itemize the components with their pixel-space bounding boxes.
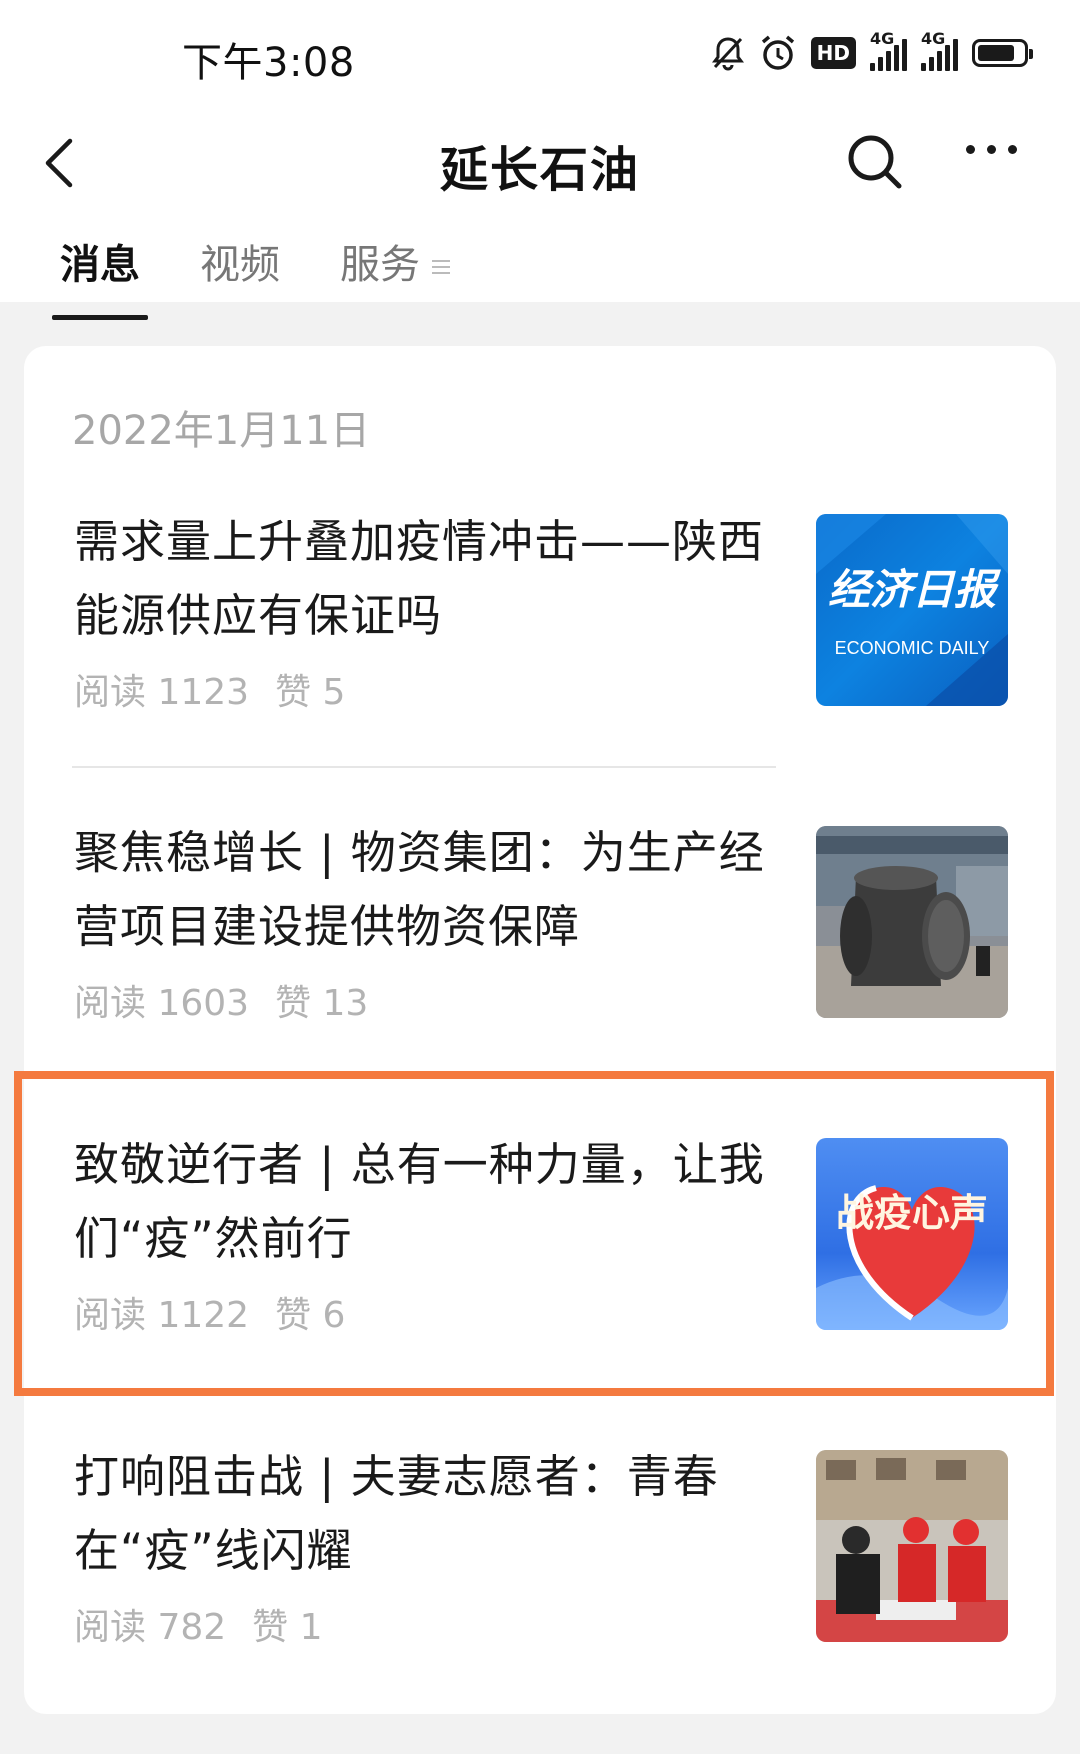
thumb-logo-subtext: ECONOMIC DAILY	[835, 638, 990, 658]
article-likes: 赞 5	[275, 672, 346, 713]
signal-icon-1: 4G	[870, 29, 907, 71]
article-likes: 赞 1	[252, 1607, 323, 1648]
search-icon[interactable]	[845, 132, 905, 196]
tab-services-label: 服务	[340, 242, 420, 288]
divider	[72, 766, 776, 768]
more-dots-icon[interactable]	[966, 145, 1017, 154]
signal-icon-2: 4G	[921, 29, 958, 71]
menu-icon	[432, 256, 450, 278]
article-reads: 阅读 782	[74, 1607, 227, 1648]
tab-messages[interactable]: 消息	[52, 232, 148, 320]
article-title: 打响阻击战 | 夫妻志愿者：青春在“疫”线闪耀	[74, 1450, 719, 1577]
tab-bar: 消息 视频 服务	[52, 232, 450, 320]
article-thumbnail-valve[interactable]	[816, 826, 1008, 1018]
highlight-box	[14, 1071, 1054, 1396]
article-title: 聚焦稳增长 | 物资集团：为生产经营项目建设提供物资保障	[74, 826, 765, 953]
thumb-logo-text: 经济日报	[828, 565, 1001, 614]
alarm-icon	[759, 34, 797, 72]
article-reads: 阅读 1123	[74, 672, 250, 713]
bell-muted-icon	[711, 35, 745, 71]
message-date: 2022年1月11日	[72, 408, 371, 454]
tab-video[interactable]: 视频	[200, 232, 280, 290]
status-time: 下午3:08	[182, 40, 355, 86]
hd-icon: HD	[810, 37, 856, 69]
article-title: 需求量上升叠加疫情冲击——陕西能源供应有保证吗	[74, 515, 765, 642]
page-title: 延长石油	[439, 142, 640, 198]
article-thumbnail-economic-daily[interactable]: 经济日报 ECONOMIC DAILY	[816, 514, 1008, 706]
status-icons: HD 4G 4G	[711, 29, 1033, 72]
article-likes: 赞 13	[275, 983, 369, 1024]
article-reads: 阅读 1603	[74, 983, 250, 1024]
tab-services[interactable]: 服务	[340, 232, 450, 290]
battery-icon	[972, 39, 1033, 67]
article-thumbnail-volunteers[interactable]	[816, 1450, 1008, 1642]
